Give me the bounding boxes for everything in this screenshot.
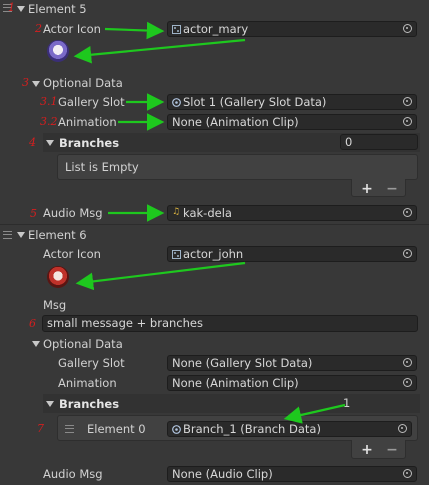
annotation-arrows (73, 21, 346, 424)
arrow-actor-avatar-2 (75, 261, 246, 291)
arrow-branch-item (283, 403, 346, 424)
arrow-actor-icon (104, 21, 165, 40)
arrow-avatar (73, 38, 246, 64)
